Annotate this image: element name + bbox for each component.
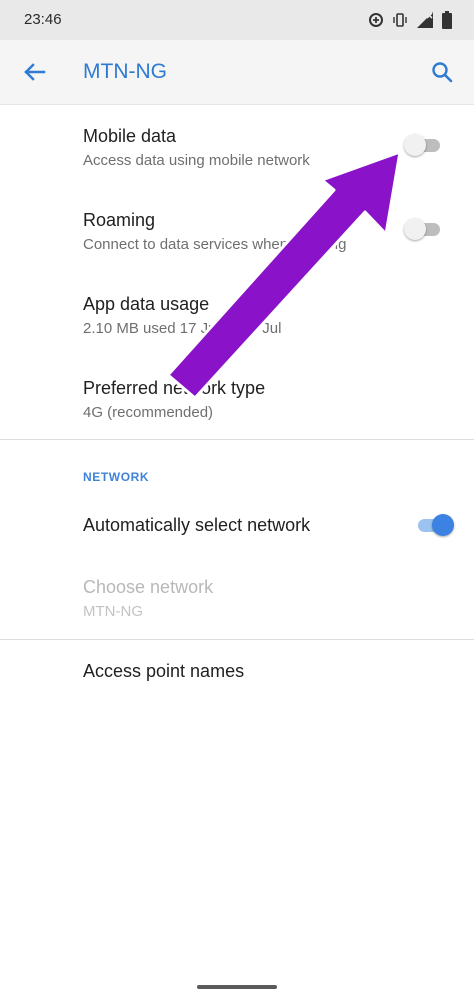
choose-network-title: Choose network	[83, 577, 214, 597]
preferred-network-summary: 4G (recommended)	[83, 404, 214, 421]
roaming-switch[interactable]	[404, 216, 444, 242]
choose-network-summary: MTN-NG	[83, 603, 143, 620]
gesture-nav-bar[interactable]	[197, 985, 277, 989]
access-point-names-title: Access point names	[83, 661, 245, 681]
network-section-header: NETWORK	[83, 470, 150, 484]
search-button[interactable]	[426, 56, 458, 88]
battery-icon	[442, 11, 452, 29]
auto-select-network-switch[interactable]	[414, 512, 454, 538]
preferred-network-item[interactable]: Preferred network type 4G (recommended)	[83, 378, 474, 421]
preferred-network-title: Preferred network type	[83, 378, 266, 398]
app-bar: MTN-NG	[0, 40, 474, 105]
back-button[interactable]	[18, 56, 50, 88]
switch-thumb	[404, 134, 426, 156]
status-icons	[368, 9, 452, 31]
switch-thumb	[404, 218, 426, 240]
section-divider	[0, 639, 474, 640]
choose-network-item: Choose network MTN-NG	[83, 577, 474, 620]
switch-thumb	[432, 514, 454, 536]
app-data-usage-item[interactable]: App data usage 2.10 MB used 17 Jun – 16 …	[83, 294, 474, 337]
mobile-data-switch[interactable]	[404, 132, 444, 158]
data-saver-icon	[368, 12, 384, 28]
arrow-back-icon	[18, 63, 50, 92]
access-point-names-item[interactable]: Access point names	[83, 661, 474, 682]
status-time: 23:46	[24, 11, 62, 28]
annotation-arrow-shape	[166, 150, 402, 400]
status-bar: 23:46	[0, 0, 474, 40]
section-divider	[0, 439, 474, 440]
vibrate-icon	[392, 12, 408, 28]
page-title: MTN-NG	[83, 60, 167, 83]
app-data-usage-summary: 2.10 MB used 17 Jun – 16 Jul	[83, 320, 282, 337]
signal-icon	[416, 11, 434, 29]
search-icon	[426, 62, 458, 92]
app-data-usage-title: App data usage	[83, 294, 210, 314]
